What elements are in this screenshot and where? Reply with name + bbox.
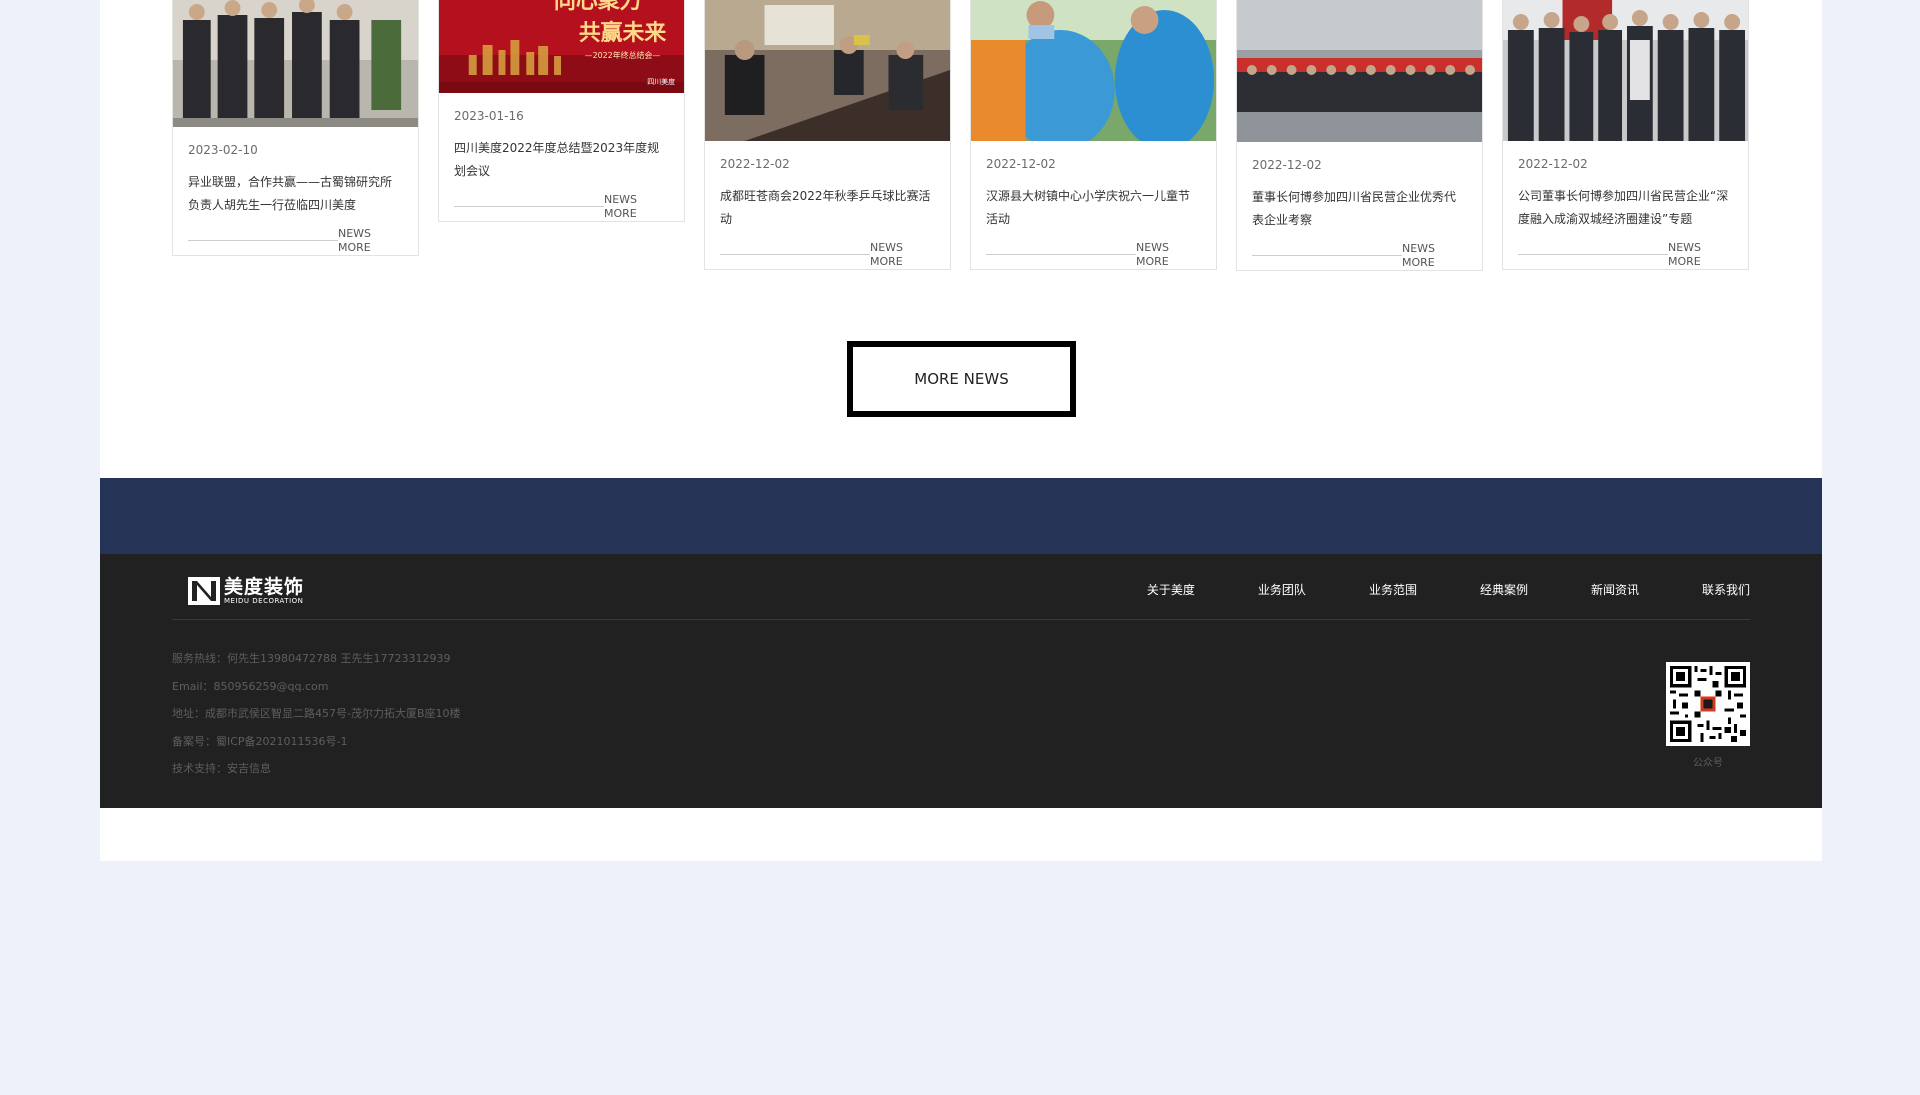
news-more-link[interactable]: NEWS MORE	[454, 193, 669, 221]
more-news-button[interactable]: MORE NEWS	[847, 341, 1076, 417]
news-title[interactable]: 董事长何博参加四川省民营企业优秀代表企业考察	[1252, 186, 1467, 232]
news-card[interactable]: 2023-02-10 异业联盟，合作共赢——古蜀锦研究所负责人胡先生一行莅临四川…	[172, 0, 419, 256]
news-image[interactable]	[1503, 0, 1748, 141]
news-more-link[interactable]: NEWS MORE	[1252, 242, 1467, 270]
news-card[interactable]: 同心聚力 共赢未来 —2022年终总结会— 四川美度 2023-01-16 四川…	[438, 0, 685, 222]
more-label-more: MORE	[338, 241, 371, 254]
news-more-link[interactable]: NEWS MORE	[188, 227, 403, 255]
more-label-news: NEWS	[1402, 242, 1436, 255]
more-label-news: NEWS	[604, 193, 638, 206]
more-divider-line	[188, 240, 338, 241]
more-divider-line	[720, 254, 870, 255]
news-date: 2022-12-02	[1252, 158, 1322, 172]
news-more-link[interactable]: NEWS MORE	[1518, 241, 1733, 269]
more-divider-line	[1252, 255, 1402, 256]
news-image[interactable]	[705, 0, 950, 141]
qr-code-icon	[1670, 666, 1746, 742]
logo-text-en: MEIDU DECORATION	[224, 596, 304, 605]
footer-tech-support[interactable]: 技术支持：安吉信息	[172, 762, 461, 776]
more-label-more: MORE	[1136, 255, 1169, 268]
more-label-news: NEWS	[338, 227, 372, 240]
news-image[interactable]: 同心聚力 共赢未来 —2022年终总结会— 四川美度	[439, 0, 684, 93]
more-label-news: NEWS	[1668, 241, 1702, 254]
logo-mark-icon	[188, 577, 220, 605]
news-title[interactable]: 四川美度2022年度总结暨2023年度规划会议	[454, 137, 669, 183]
news-date: 2023-01-16	[454, 109, 524, 123]
footer-band	[100, 478, 1822, 554]
footer-nav-team[interactable]: 业务团队	[1258, 582, 1306, 598]
news-title[interactable]: 汉源县大树镇中心小学庆祝六一儿童节活动	[986, 185, 1201, 231]
news-date: 2023-02-10	[188, 143, 258, 157]
news-title[interactable]: 成都旺苍商会2022年秋季乒乓球比赛活动	[720, 185, 935, 231]
footer-email: Email：850956259@qq.com	[172, 679, 329, 693]
more-label-more: MORE	[870, 255, 903, 268]
more-label-more: MORE	[1668, 255, 1701, 268]
news-more-link[interactable]: NEWS MORE	[986, 241, 1201, 269]
footer-nav-about[interactable]: 关于美度	[1147, 582, 1195, 598]
banner-brand: 四川美度	[647, 77, 675, 86]
news-card[interactable]: 2022-12-02 董事长何博参加四川省民营企业优秀代表企业考察 NEWS MO…	[1236, 0, 1483, 271]
news-card[interactable]: 2022-12-02 汉源县大树镇中心小学庆祝六一儿童节活动 NEWS MORE	[970, 0, 1217, 270]
news-image[interactable]	[173, 0, 418, 127]
footer-logo[interactable]: 美度装饰 MEIDU DECORATION	[188, 576, 304, 606]
footer-address: 地址：成都市武侯区智显二路457号-茂尔力拓大厦B座10楼	[172, 707, 461, 720]
news-date: 2022-12-02	[986, 157, 1056, 171]
footer: 美度装饰 MEIDU DECORATION 关于美度 业务团队 业务范围 经典案…	[100, 554, 1822, 808]
more-label-more: MORE	[604, 207, 637, 220]
news-date: 2022-12-02	[1518, 157, 1588, 171]
news-image[interactable]	[1237, 0, 1482, 142]
more-label-news: NEWS	[1136, 241, 1170, 254]
news-card[interactable]: 2022-12-02 公司董事长何博参加四川省民营企业“深度融入成渝双城经济圈建…	[1502, 0, 1749, 270]
footer-hotline: 服务热线：何先生13980472788 王先生17723312939	[172, 652, 451, 665]
news-card[interactable]: 2022-12-02 成都旺苍商会2022年秋季乒乓球比赛活动 NEWS MORE	[704, 0, 951, 270]
footer-icp[interactable]: 备案号：蜀ICP备2021011536号-1	[172, 735, 461, 749]
banner-line1: 同心聚力	[554, 0, 641, 14]
news-title[interactable]: 公司董事长何博参加四川省民营企业“深度融入成渝双城经济圈建设”专题	[1518, 185, 1733, 231]
more-label-news: NEWS	[870, 241, 904, 254]
banner-line2: 共赢未来	[579, 20, 666, 46]
banner-line3: —2022年终总结会—	[585, 50, 661, 60]
footer-nav-news[interactable]: 新闻资讯	[1591, 582, 1639, 598]
footer-nav: 关于美度 业务团队 业务范围 经典案例 新闻资讯 联系我们	[1084, 582, 1750, 598]
footer-nav-contact[interactable]: 联系我们	[1702, 582, 1750, 598]
footer-info: 服务热线：何先生13980472788 王先生17723312939 Email…	[172, 652, 461, 790]
qr-code	[1666, 662, 1750, 746]
more-label-more: MORE	[1402, 256, 1435, 269]
more-divider-line	[986, 254, 1136, 255]
news-date: 2022-12-02	[720, 157, 790, 171]
more-divider-line	[1518, 254, 1668, 255]
news-title[interactable]: 异业联盟，合作共赢——古蜀锦研究所负责人胡先生一行莅临四川美度	[188, 171, 403, 217]
logo-text-cn: 美度装饰	[224, 575, 305, 598]
qr-code-label: 公众号	[1693, 758, 1723, 769]
news-more-link[interactable]: NEWS MORE	[720, 241, 935, 269]
more-divider-line	[454, 206, 604, 207]
news-card-list: 2023-02-10 异业联盟，合作共赢——古蜀锦研究所负责人胡先生一行莅临四川…	[172, 0, 1750, 310]
footer-nav-services[interactable]: 业务范围	[1369, 582, 1417, 598]
footer-nav-cases[interactable]: 经典案例	[1480, 582, 1528, 598]
footer-divider	[172, 619, 1750, 620]
news-image[interactable]	[971, 0, 1216, 141]
